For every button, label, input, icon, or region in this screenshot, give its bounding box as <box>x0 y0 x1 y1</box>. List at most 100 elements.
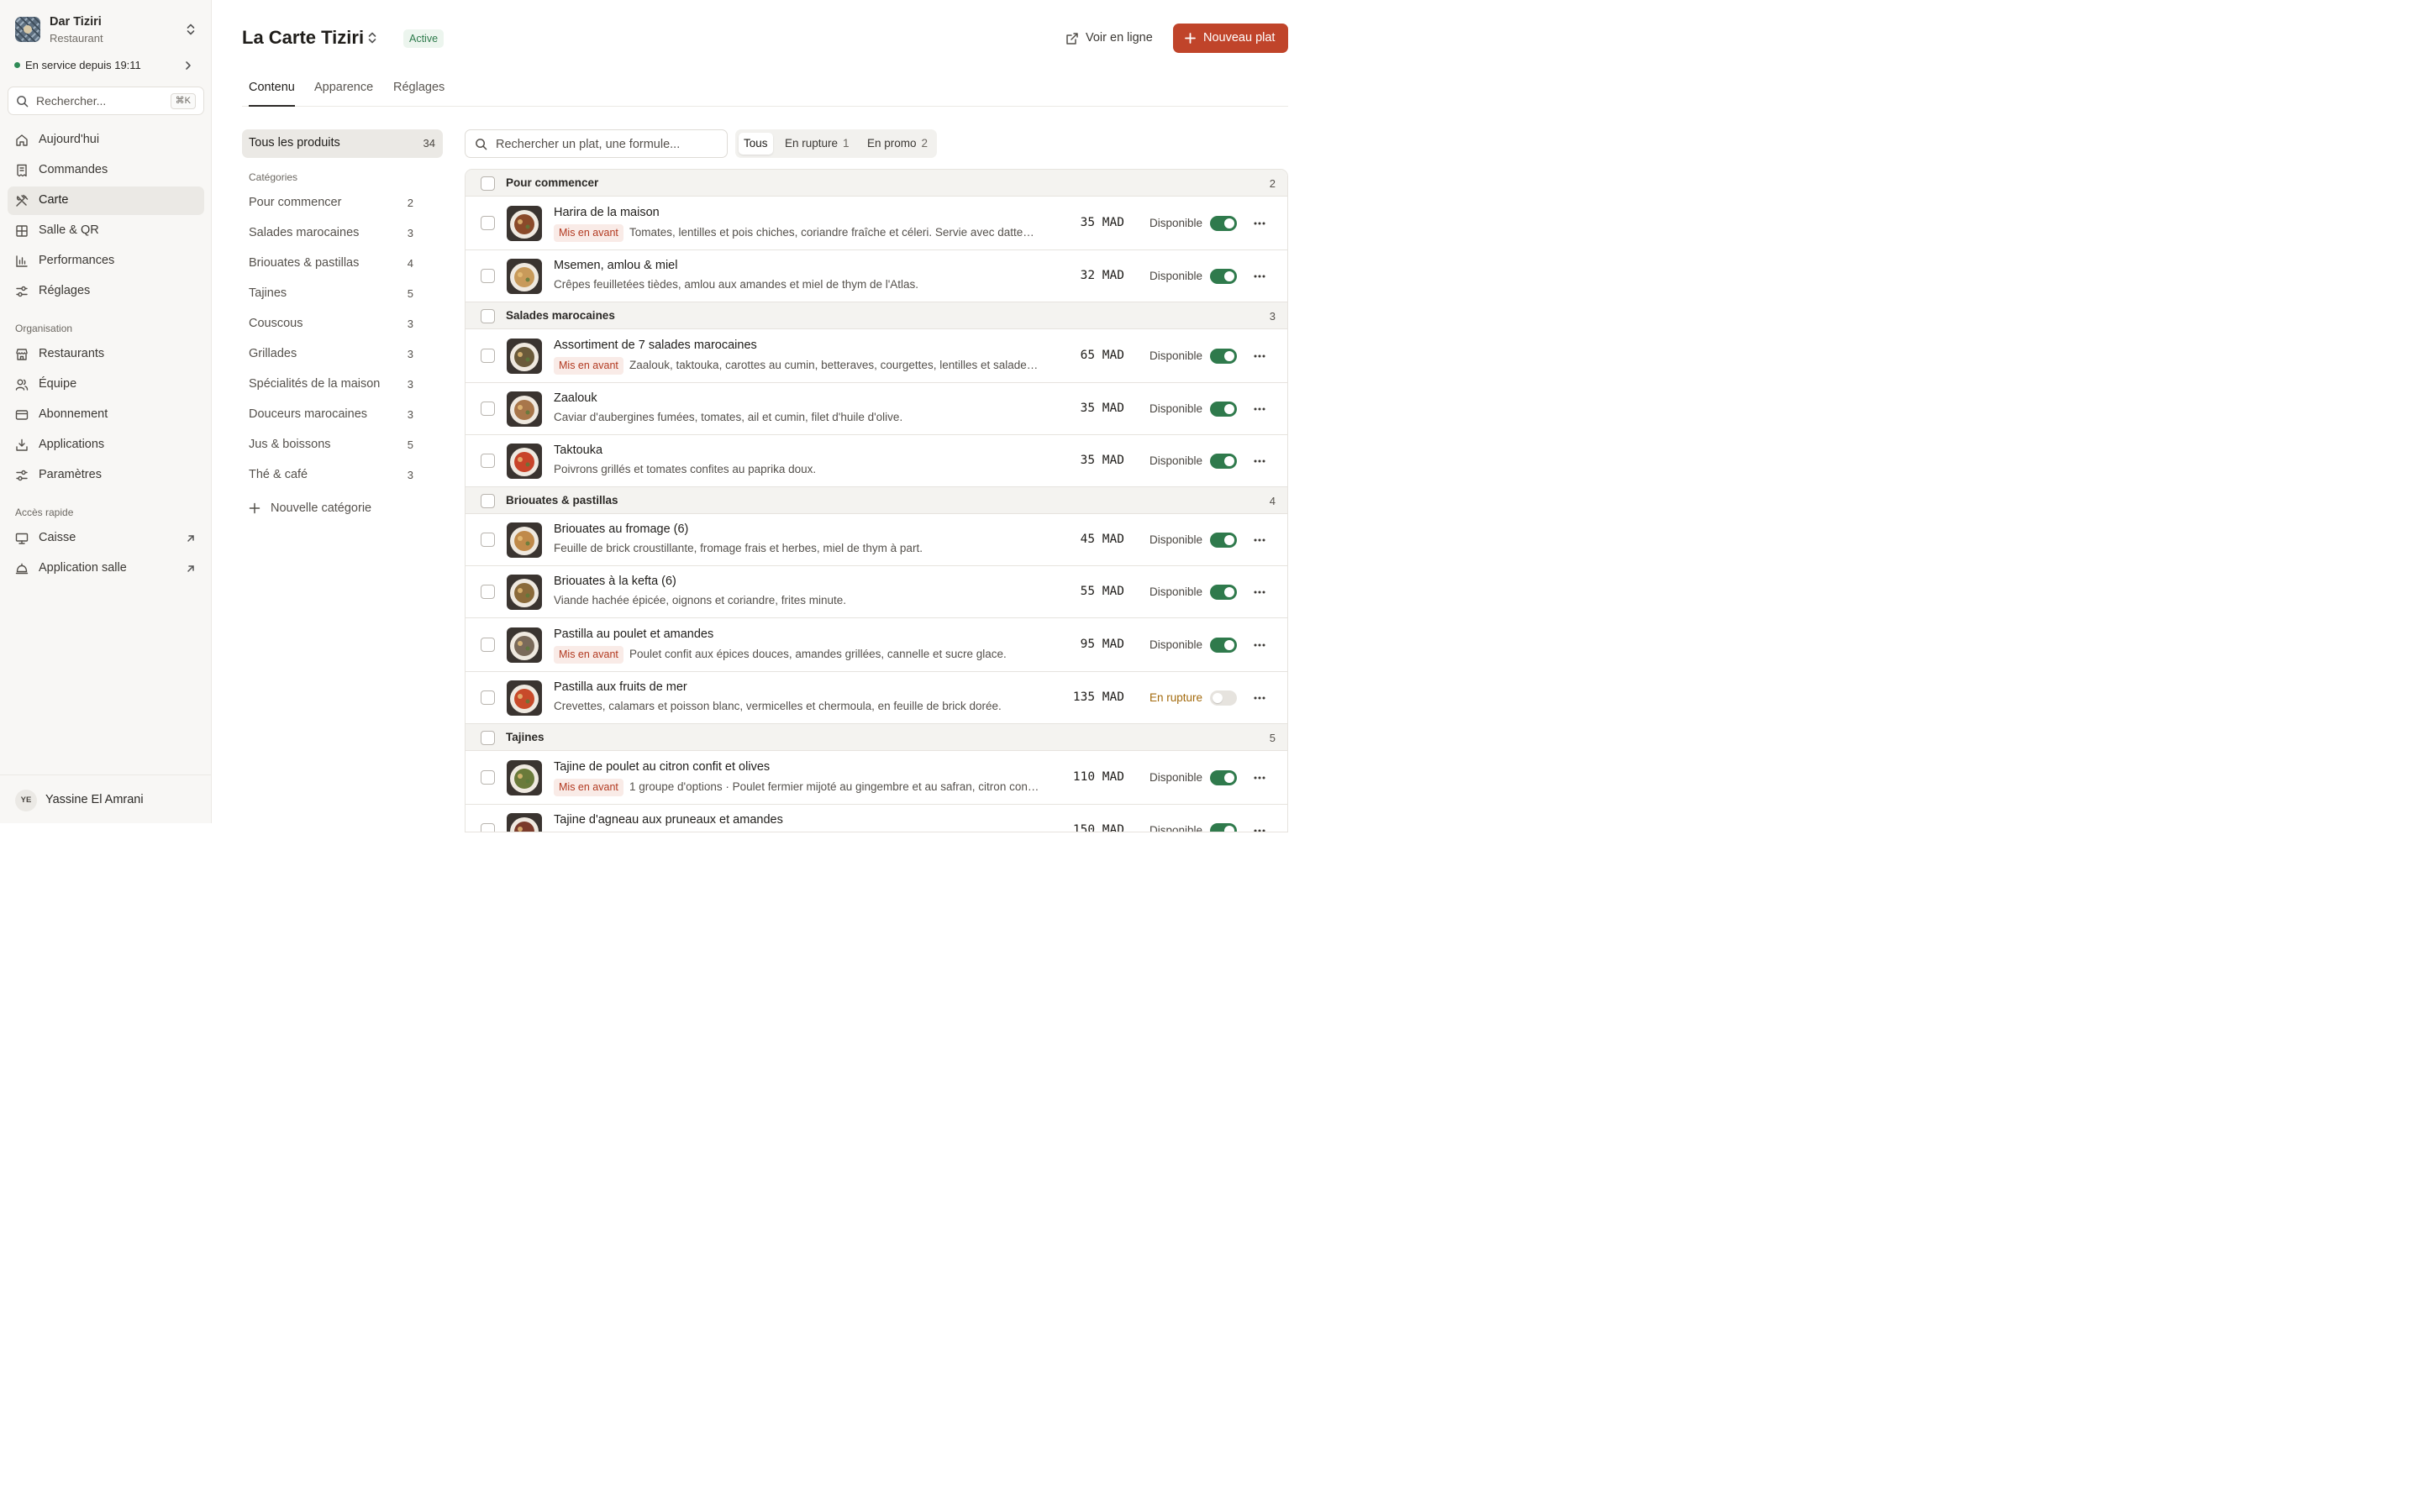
dish-description: Feuille de brick croustillante, fromage … <box>554 542 923 554</box>
filter-tous[interactable]: Tous <box>739 133 773 155</box>
nav-item-application-salle[interactable]: Application salle <box>8 554 204 583</box>
table-row[interactable]: Zaalouk Caviar d'aubergines fumées, tomat… <box>466 383 1287 435</box>
section-label-organisation: Organisation <box>15 323 73 334</box>
nav-label: Restaurants <box>39 347 105 360</box>
dish-name: Briouates au fromage (6) <box>554 522 689 536</box>
nav-item-reglages[interactable]: Réglages <box>8 277 204 306</box>
table-row[interactable]: Msemen, amlou & miel Crêpes feuilletées t… <box>466 250 1287 302</box>
row-checkbox[interactable] <box>481 533 495 547</box>
row-checkbox[interactable] <box>481 585 495 599</box>
workspace-switcher[interactable]: Dar Tiziri Restaurant <box>15 15 202 45</box>
nav-item-salle-qr[interactable]: Salle & QR <box>8 217 204 245</box>
sidebar-search[interactable]: Rechercher... ⌘K <box>8 87 204 115</box>
availability-toggle[interactable] <box>1210 269 1237 284</box>
more-actions-button[interactable] <box>1253 585 1266 599</box>
table-row[interactable]: Pastilla aux fruits de mer Crevettes, cal… <box>466 672 1287 724</box>
category-item[interactable]: Couscous 3 <box>242 312 420 337</box>
category-item[interactable]: Douceurs marocaines 3 <box>242 402 420 428</box>
category-item[interactable]: Briouates & pastillas 4 <box>242 251 420 276</box>
group-checkbox[interactable] <box>481 309 495 323</box>
availability-toggle[interactable] <box>1210 585 1237 600</box>
nav-item-equipe[interactable]: Équipe <box>8 370 204 399</box>
more-actions-button[interactable] <box>1253 217 1266 230</box>
table-row[interactable]: Pastilla au poulet et amandes Mis en avan… <box>466 618 1287 672</box>
availability-toggle[interactable] <box>1210 690 1237 706</box>
filter-en-promo[interactable]: En promo 2 <box>862 133 933 155</box>
row-checkbox[interactable] <box>481 454 495 468</box>
nav-item-caisse[interactable]: Caisse <box>8 524 204 553</box>
nav-item-performances[interactable]: Performances <box>8 247 204 276</box>
service-status[interactable]: En service depuis 19:11 <box>14 57 201 74</box>
group-checkbox[interactable] <box>481 494 495 508</box>
toggle-knob <box>1224 587 1234 597</box>
nav-item-aujourdhui[interactable]: Aujourd'hui <box>8 126 204 155</box>
row-checkbox[interactable] <box>481 690 495 705</box>
category-item[interactable]: Jus & boissons 5 <box>242 433 420 458</box>
table-row[interactable]: Briouates à la kefta (6) Viande hachée ép… <box>466 566 1287 618</box>
availability-toggle[interactable] <box>1210 402 1237 417</box>
user-account[interactable]: YE Yassine El Amrani <box>0 774 212 823</box>
category-item[interactable]: Grillades 3 <box>242 342 420 367</box>
nav-item-commandes[interactable]: Commandes <box>8 156 204 185</box>
availability-toggle[interactable] <box>1210 770 1237 785</box>
more-actions-button[interactable] <box>1253 533 1266 547</box>
tab-reglages[interactable]: Réglages <box>393 81 445 107</box>
table-row[interactable]: Taktouka Poivrons grillés et tomates conf… <box>466 435 1287 487</box>
availability-label: Disponible <box>1150 585 1203 598</box>
more-actions-button[interactable] <box>1253 454 1266 468</box>
availability-toggle[interactable] <box>1210 823 1237 832</box>
filter-en-rupture[interactable]: En rupture 1 <box>780 133 855 155</box>
more-actions-button[interactable] <box>1253 691 1266 705</box>
row-checkbox[interactable] <box>481 216 495 230</box>
table-row[interactable]: Tajine de poulet au citron confit et oli… <box>466 751 1287 805</box>
more-actions-button[interactable] <box>1253 638 1266 652</box>
table-row[interactable]: Harira de la maison Mis en avant Tomates, … <box>466 197 1287 250</box>
category-label: Couscous <box>249 317 303 330</box>
category-item[interactable]: Thé & café 3 <box>242 463 420 488</box>
category-item[interactable]: Tajines 5 <box>242 281 420 307</box>
category-label: Pour commencer <box>249 196 342 209</box>
category-item[interactable]: Spécialités de la maison 3 <box>242 372 420 397</box>
tab-apparence[interactable]: Apparence <box>314 81 373 107</box>
group-checkbox[interactable] <box>481 176 495 191</box>
nav-item-abonnement[interactable]: Abonnement <box>8 401 204 429</box>
more-actions-button[interactable] <box>1253 402 1266 416</box>
row-checkbox[interactable] <box>481 269 495 283</box>
availability-toggle[interactable] <box>1210 454 1237 469</box>
dish-price: 35 MAD <box>1080 402 1124 415</box>
more-horizontal-icon <box>1253 585 1266 599</box>
nav-item-restaurants[interactable]: Restaurants <box>8 340 204 369</box>
dish-thumbnail <box>507 575 542 610</box>
more-actions-button[interactable] <box>1253 824 1266 832</box>
row-checkbox[interactable] <box>481 638 495 652</box>
nav-item-applications[interactable]: Applications <box>8 431 204 459</box>
group-checkbox[interactable] <box>481 731 495 745</box>
status-badge: Active <box>403 29 445 48</box>
availability-toggle[interactable] <box>1210 216 1237 231</box>
table-row[interactable]: Assortiment de 7 salades marocaines Mis e… <box>466 329 1287 383</box>
table-row[interactable]: Briouates au fromage (6) Feuille de brick… <box>466 514 1287 566</box>
view-online-button[interactable]: Voir en ligne <box>1057 24 1163 52</box>
nav-item-parametres[interactable]: Paramètres <box>8 461 204 490</box>
product-search-input[interactable]: Rechercher un plat, une formule... <box>465 129 728 158</box>
row-checkbox[interactable] <box>481 770 495 785</box>
new-dish-button[interactable]: Nouveau plat <box>1173 24 1288 53</box>
category-all-products[interactable]: Tous les produits 34 <box>242 129 443 158</box>
row-checkbox[interactable] <box>481 823 495 832</box>
filter-count: 1 <box>843 137 850 150</box>
more-actions-button[interactable] <box>1253 349 1266 363</box>
category-item[interactable]: Pour commencer 2 <box>242 191 420 216</box>
menu-switcher[interactable] <box>366 31 378 45</box>
tab-contenu[interactable]: Contenu <box>249 81 295 107</box>
nav-item-carte[interactable]: Carte <box>8 186 204 215</box>
row-checkbox[interactable] <box>481 349 495 363</box>
row-checkbox[interactable] <box>481 402 495 416</box>
category-item[interactable]: Salades marocaines 3 <box>242 221 420 246</box>
more-actions-button[interactable] <box>1253 270 1266 283</box>
availability-toggle[interactable] <box>1210 349 1237 364</box>
availability-toggle[interactable] <box>1210 638 1237 653</box>
more-actions-button[interactable] <box>1253 771 1266 785</box>
table-row[interactable]: Tajine d'agneau aux pruneaux et amandes 1… <box>466 805 1287 832</box>
toggle-knob <box>1224 404 1234 414</box>
availability-toggle[interactable] <box>1210 533 1237 548</box>
